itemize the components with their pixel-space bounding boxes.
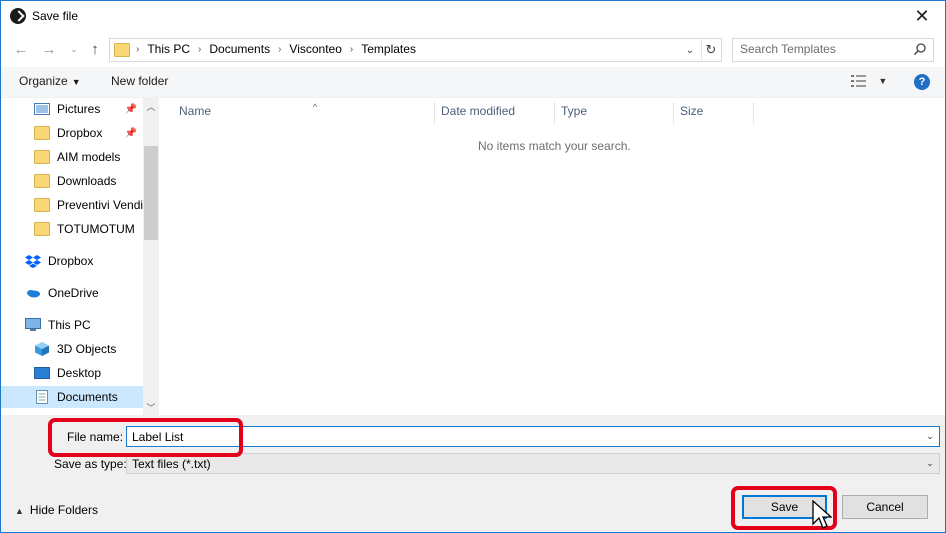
change-view-button[interactable]: ▼ <box>851 73 891 91</box>
forward-arrow-icon: → <box>41 40 57 58</box>
column-header-type[interactable]: Type <box>555 102 674 124</box>
column-header-name[interactable]: ^ Name <box>173 102 435 124</box>
navigation-row: ← → ⌄ ↑ › This PC › Documents › Visconte… <box>1 35 945 63</box>
caret-down-icon: ▼ <box>878 76 888 86</box>
chevron-down-icon: ⌄ <box>926 458 934 468</box>
sidebar-item-3d-objects[interactable]: 3D Objects <box>1 338 143 360</box>
up-arrow-icon: ↑ <box>91 40 99 58</box>
up-button[interactable]: ↑ <box>84 35 106 63</box>
save-as-type-label: Save as type: <box>54 457 127 471</box>
chevron-up-icon: ▲ <box>15 506 24 516</box>
desktop-icon <box>34 367 50 379</box>
sidebar-item-totumotum[interactable]: TOTUMOTUM <box>1 218 143 240</box>
breadcrumb-documents[interactable]: Documents <box>209 42 270 56</box>
sidebar-item-downloads[interactable]: Downloads <box>1 170 143 192</box>
save-as-type-dropdown-button[interactable]: ⌄ <box>923 456 937 471</box>
dropbox-folder-icon <box>34 126 50 140</box>
pictures-icon <box>34 103 50 115</box>
column-header-date-modified[interactable]: Date modified <box>435 102 555 124</box>
save-as-type-value: Text files (*.txt) <box>132 457 211 471</box>
refresh-icon: ↻ <box>705 42 717 57</box>
breadcrumb-visconteo[interactable]: Visconteo <box>289 42 341 56</box>
file-name-combobox[interactable]: ⌄ <box>126 426 940 447</box>
close-icon: ✕ <box>914 5 930 26</box>
folder-icon <box>34 198 50 212</box>
help-button[interactable]: ? <box>914 74 930 90</box>
pin-icon: 📌 <box>124 127 137 139</box>
app-icon <box>10 8 26 24</box>
save-file-dialog: Save file ✕ ← → ⌄ ↑ › This PC › Document… <box>0 0 946 533</box>
folder-icon <box>34 150 50 164</box>
chevron-right-icon: › <box>136 43 140 55</box>
file-name-label: File name: <box>67 430 124 444</box>
breadcrumb: › This PC › Documents › Visconteo › Temp… <box>136 42 416 56</box>
sidebar-item-desktop[interactable]: Desktop <box>1 362 143 384</box>
folder-icon <box>114 43 130 57</box>
navigation-pane: Pictures 📌 Dropbox 📌 AIM models Download… <box>1 98 159 415</box>
scroll-down-button[interactable]: ﹀ <box>143 399 159 415</box>
chevron-down-icon: ⌄ <box>685 44 695 56</box>
back-arrow-icon: ← <box>13 40 29 58</box>
folder-icon <box>34 222 50 236</box>
chevron-down-icon: ⌄ <box>926 431 934 441</box>
save-as-type-select[interactable]: Text files (*.txt) ⌄ <box>126 453 940 474</box>
chevron-down-icon: ⌄ <box>70 43 78 54</box>
forward-button[interactable]: → <box>38 35 60 63</box>
chevron-right-icon: › <box>278 43 282 55</box>
address-dropdown-button[interactable]: ⌄ <box>682 41 698 59</box>
sidebar-item-pictures[interactable]: Pictures 📌 <box>1 98 143 120</box>
pin-icon: 📌 <box>124 103 137 115</box>
address-bar[interactable]: › This PC › Documents › Visconteo › Temp… <box>109 38 722 62</box>
new-folder-button[interactable]: New folder <box>111 74 168 88</box>
search-box[interactable] <box>732 38 934 62</box>
empty-message: No items match your search. <box>478 139 631 153</box>
3d-objects-icon <box>35 342 49 356</box>
breadcrumb-templates[interactable]: Templates <box>361 42 416 56</box>
mouse-cursor-icon <box>812 500 832 529</box>
back-button[interactable]: ← <box>10 35 32 63</box>
sidebar-scrollbar[interactable]: ︿ ﹀ <box>143 98 159 415</box>
scroll-thumb[interactable] <box>144 146 158 240</box>
onedrive-icon <box>27 290 40 298</box>
window-title: Save file <box>32 9 79 23</box>
chevron-right-icon: › <box>198 43 202 55</box>
cancel-button[interactable]: Cancel <box>842 495 928 519</box>
details-view-icon <box>851 74 866 87</box>
sidebar-item-aim-models[interactable]: AIM models <box>1 146 143 168</box>
chevron-up-icon: ︿ <box>146 101 156 112</box>
chevron-right-icon: › <box>349 43 354 55</box>
file-list[interactable]: ^ Name Date modified Type Size No items … <box>160 98 945 415</box>
column-header-size[interactable]: Size <box>674 102 754 124</box>
sidebar-item-this-pc[interactable]: This PC <box>1 314 143 336</box>
sidebar-item-dropbox-pinned[interactable]: Dropbox 📌 <box>1 122 143 144</box>
refresh-button[interactable]: ↻ <box>701 40 720 60</box>
file-name-input[interactable] <box>132 430 912 443</box>
sidebar-item-preventivi[interactable]: Preventivi Vendit <box>1 194 146 216</box>
search-icon <box>913 43 926 56</box>
sidebar-item-dropbox[interactable]: Dropbox <box>1 250 143 272</box>
sort-ascending-icon: ^ <box>313 102 318 112</box>
this-pc-icon <box>25 318 41 331</box>
dropbox-icon <box>25 255 41 268</box>
documents-icon <box>36 390 48 404</box>
file-name-dropdown-button[interactable]: ⌄ <box>923 429 937 444</box>
sidebar-item-documents[interactable]: Documents <box>1 386 143 408</box>
search-input[interactable] <box>740 42 910 56</box>
breadcrumb-this-pc[interactable]: This PC <box>147 42 190 56</box>
title-bar: Save file ✕ <box>1 1 945 31</box>
caret-down-icon: ▼ <box>71 77 81 87</box>
organize-button[interactable]: Organize ▼ <box>19 74 81 88</box>
close-button[interactable]: ✕ <box>899 1 945 31</box>
scroll-up-button[interactable]: ︿ <box>143 98 159 114</box>
save-form: File name: ⌄ Save as type: Text files (*… <box>1 415 945 532</box>
recent-locations-button[interactable]: ⌄ <box>63 35 85 63</box>
command-bar: Organize ▼ New folder ▼ ? <box>1 67 945 98</box>
hide-folders-button[interactable]: ▲ Hide Folders <box>15 503 98 517</box>
folder-icon <box>34 174 50 188</box>
sidebar-item-onedrive[interactable]: OneDrive <box>1 282 143 304</box>
organize-label: Organize <box>19 74 68 88</box>
chevron-down-icon: ﹀ <box>146 402 156 413</box>
